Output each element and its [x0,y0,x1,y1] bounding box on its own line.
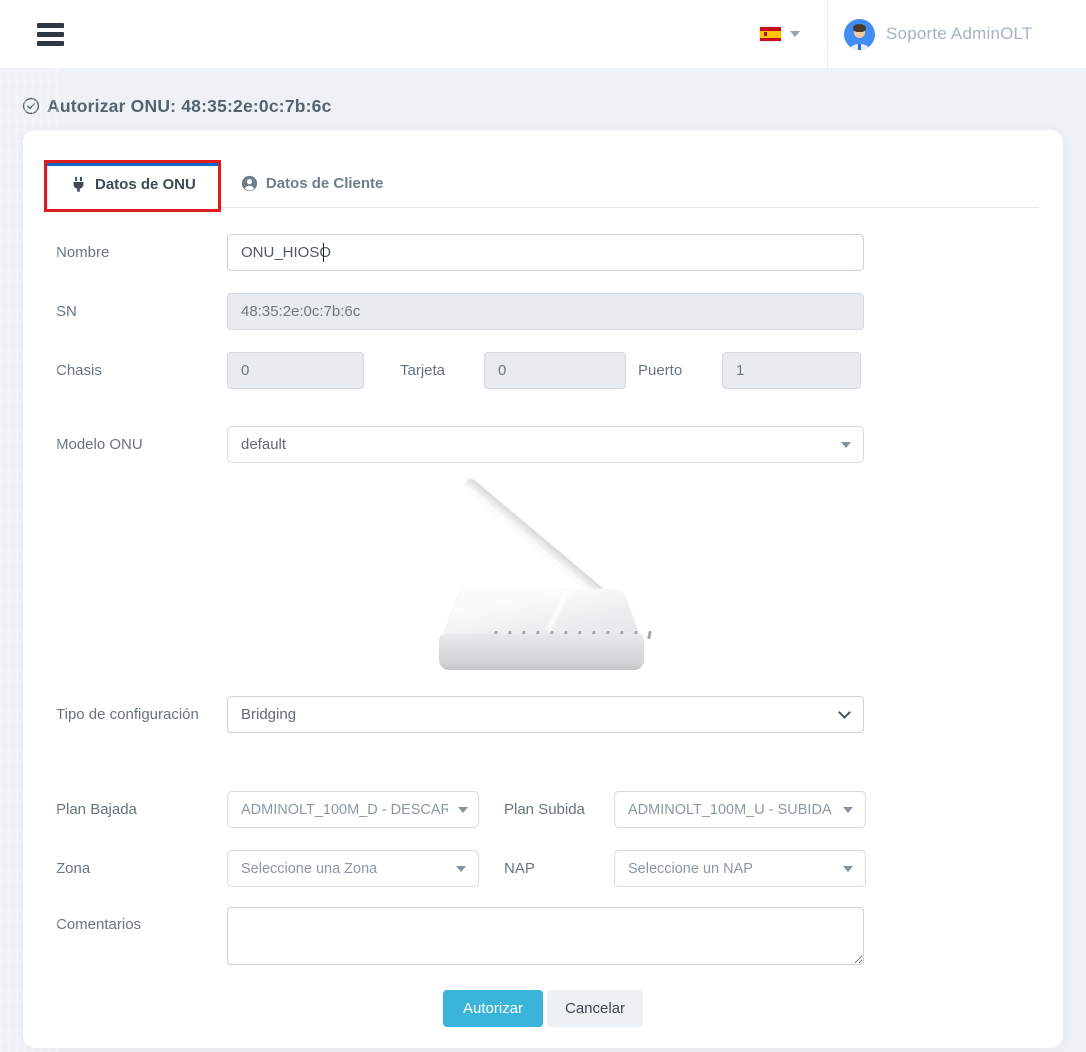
page-header: Autorizar ONU: 48:35:2e:0c:7b:6c [22,91,1086,121]
modelo-onu-value: default [241,436,286,453]
form-row-nombre: Nombre [47,234,1039,271]
zona-label: Zona [56,860,227,877]
tab-datos-de-onu[interactable]: Datos de ONU [47,162,219,208]
comentarios-textarea[interactable] [227,907,864,965]
nap-value: Seleccione un NAP [628,861,753,877]
check-circle-icon [22,97,40,115]
tipo-configuracion-label: Tipo de configuración [56,706,227,723]
caret-down-icon [841,442,851,448]
tab-datos-de-cliente[interactable]: Datos de Cliente [219,162,406,207]
plan-subida-dropdown[interactable]: ADMINOLT_100M_U - SUBIDA [614,791,866,828]
onu-router-image [438,480,648,670]
puerto-label: Puerto [638,362,722,379]
chasis-input [227,352,364,389]
onu-image-row [47,480,1039,670]
plan-bajada-label: Plan Bajada [56,801,227,818]
spain-flag-icon [760,27,781,41]
form-row-planes: Plan Bajada ADMINOLT_100M_D - DESCAR... … [47,791,1039,828]
router-antenna [463,477,612,604]
nap-label: NAP [504,860,614,877]
plan-subida-value: ADMINOLT_100M_U - SUBIDA [628,802,832,818]
tipo-configuracion-select[interactable]: Bridging [227,696,864,733]
tab-label: Datos de ONU [95,176,196,193]
hamburger-icon [37,23,64,28]
sn-input [227,293,864,330]
avatar [844,19,875,50]
nombre-label: Nombre [56,244,227,261]
form-row-chasis: Chasis Tarjeta Puerto [47,352,1039,389]
action-buttons: Autorizar Cancelar [47,990,1039,1027]
caret-down-icon [843,807,853,813]
cancel-button[interactable]: Cancelar [547,990,643,1027]
plug-icon [70,176,87,193]
user-name: Soporte AdminOLT [886,24,1033,44]
user-menu[interactable]: Soporte AdminOLT [827,0,1086,69]
form-row-tipo-configuracion: Tipo de configuración Bridging [47,696,1039,733]
tarjeta-label: Tarjeta [400,362,484,379]
authorize-button[interactable]: Autorizar [443,990,543,1027]
puerto-input [722,352,861,389]
plan-bajada-dropdown[interactable]: ADMINOLT_100M_D - DESCAR... [227,791,479,828]
modelo-onu-label: Modelo ONU [56,436,227,453]
active-tab-indicator [47,162,219,166]
form-row-modelo-onu: Modelo ONU default [47,426,1039,463]
form-row-comentarios: Comentarios [47,907,1039,965]
tab-label: Datos de Cliente [266,175,384,192]
caret-down-icon [458,807,468,813]
form-row-sn: SN [47,293,1039,330]
plan-bajada-value: ADMINOLT_100M_D - DESCAR... [241,802,448,818]
menu-toggle-button[interactable] [37,19,64,50]
text-cursor [323,243,324,262]
user-circle-icon [241,175,258,192]
caret-down-icon [843,866,853,872]
form-row-zona-nap: Zona Seleccione una Zona NAP Seleccione … [47,850,1039,887]
chasis-label: Chasis [56,362,227,379]
sn-label: SN [56,303,227,320]
nap-dropdown[interactable]: Seleccione un NAP [614,850,866,887]
page-title: Autorizar ONU: 48:35:2e:0c:7b:6c [47,96,332,117]
tarjeta-input [484,352,626,389]
caret-down-icon [790,31,800,37]
comentarios-label: Comentarios [56,907,227,933]
top-navbar: Soporte AdminOLT [0,0,1086,69]
caret-down-icon [456,866,466,872]
zona-dropdown[interactable]: Seleccione una Zona [227,850,479,887]
tab-bar: Datos de ONU Datos de Cliente [47,162,1039,208]
authorize-onu-card: Datos de ONU Datos de Cliente Nombre SN … [23,130,1063,1048]
zona-value: Seleccione una Zona [241,861,377,877]
plan-subida-label: Plan Subida [504,801,614,818]
modelo-onu-dropdown[interactable]: default [227,426,864,463]
language-dropdown[interactable] [760,27,800,41]
router-front-face [439,634,644,670]
